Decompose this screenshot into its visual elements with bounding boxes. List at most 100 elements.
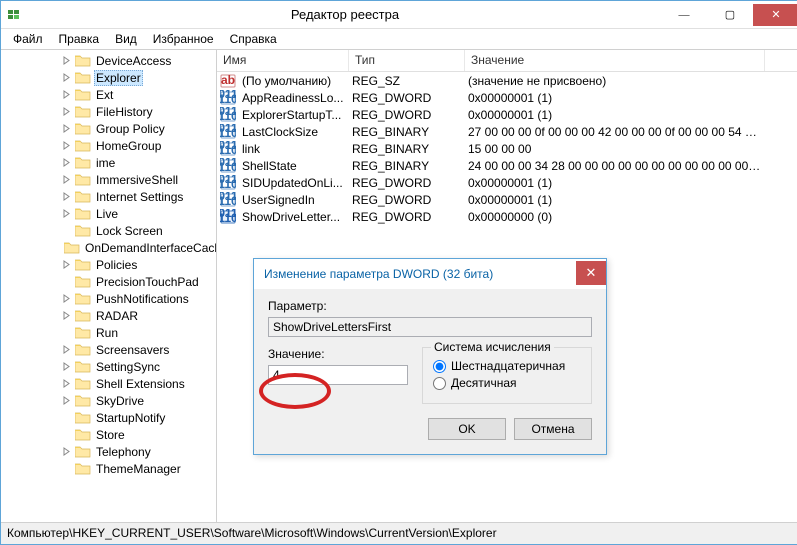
- tree-item-label: Internet Settings: [94, 190, 185, 204]
- statusbar: Компьютер\HKEY_CURRENT_USER\Software\Mic…: [1, 522, 797, 544]
- col-name[interactable]: Имя: [217, 50, 349, 71]
- tree-item[interactable]: Run: [1, 324, 216, 341]
- tree-item-label: Group Policy: [94, 122, 167, 136]
- expander-icon[interactable]: [61, 191, 72, 202]
- maximize-button[interactable]: ▢: [707, 4, 753, 26]
- radio-dec-input[interactable]: [433, 377, 446, 390]
- radio-hex-input[interactable]: [433, 360, 446, 373]
- expander-icon[interactable]: [61, 310, 72, 321]
- expander-icon[interactable]: [61, 55, 72, 66]
- tree-item[interactable]: Shell Extensions: [1, 375, 216, 392]
- value-icon: 011110: [220, 107, 236, 123]
- cell-value: 0x00000000 (0): [465, 210, 765, 224]
- tree-item-label: Policies: [94, 258, 139, 272]
- expander-icon[interactable]: [61, 157, 72, 168]
- tree-item[interactable]: Lock Screen: [1, 222, 216, 239]
- tree-item[interactable]: RADAR: [1, 307, 216, 324]
- ok-button[interactable]: OK: [428, 418, 506, 440]
- param-field[interactable]: [268, 317, 592, 337]
- folder-icon: [75, 207, 91, 220]
- expander-icon[interactable]: [61, 174, 72, 185]
- tree-item[interactable]: PrecisionTouchPad: [1, 273, 216, 290]
- edit-dword-dialog: Изменение параметра DWORD (32 бита) ✕ Па…: [253, 258, 607, 455]
- list-row[interactable]: 011110ExplorerStartupT...REG_DWORD0x0000…: [217, 106, 797, 123]
- list-row[interactable]: 011110ShowDriveLetter...REG_DWORD0x00000…: [217, 208, 797, 225]
- expander-icon[interactable]: [61, 344, 72, 355]
- svg-text:110: 110: [220, 92, 236, 106]
- tree-item[interactable]: DeviceAccess: [1, 52, 216, 69]
- menu-help[interactable]: Справка: [222, 30, 285, 48]
- tree-item[interactable]: ImmersiveShell: [1, 171, 216, 188]
- tree-item[interactable]: HomeGroup: [1, 137, 216, 154]
- expander-icon[interactable]: [61, 378, 72, 389]
- tree-item-label: Ext: [94, 88, 115, 102]
- tree-item[interactable]: Store: [1, 426, 216, 443]
- expander-icon[interactable]: [61, 225, 72, 236]
- menu-view[interactable]: Вид: [107, 30, 145, 48]
- col-value[interactable]: Значение: [465, 50, 765, 71]
- tree-pane[interactable]: DeviceAccessExplorer ExtFileHistory Group …: [1, 50, 217, 522]
- list-row[interactable]: 011110LastClockSizeREG_BINARY27 00 00 00…: [217, 123, 797, 140]
- folder-icon: [75, 71, 91, 84]
- tree-item-label: RADAR: [94, 309, 140, 323]
- tree-item[interactable]: SettingSync: [1, 358, 216, 375]
- value-label: Значение:: [268, 347, 408, 361]
- value-icon: 011110: [220, 192, 236, 208]
- tree-item[interactable]: Internet Settings: [1, 188, 216, 205]
- expander-icon[interactable]: [61, 446, 72, 457]
- tree-item[interactable]: FileHistory: [1, 103, 216, 120]
- menu-favorites[interactable]: Избранное: [145, 30, 222, 48]
- value-field[interactable]: [268, 365, 408, 385]
- menubar: Файл Правка Вид Избранное Справка: [1, 29, 797, 50]
- tree-item[interactable]: OnDemandInterfaceCache: [1, 239, 216, 256]
- expander-icon[interactable]: [61, 89, 72, 100]
- minimize-button[interactable]: —: [661, 4, 707, 26]
- tree-item[interactable]: Live: [1, 205, 216, 222]
- folder-icon: [75, 139, 91, 152]
- tree-item[interactable]: PushNotifications: [1, 290, 216, 307]
- expander-icon[interactable]: [61, 106, 72, 117]
- expander-icon[interactable]: [61, 463, 72, 474]
- tree-item[interactable]: Policies: [1, 256, 216, 273]
- expander-icon[interactable]: [61, 327, 72, 338]
- menu-file[interactable]: Файл: [5, 30, 51, 48]
- list-row[interactable]: 011110linkREG_BINARY15 00 00 00: [217, 140, 797, 157]
- expander-icon[interactable]: [61, 72, 72, 83]
- expander-icon[interactable]: [61, 140, 72, 151]
- expander-icon[interactable]: [61, 293, 72, 304]
- list-row[interactable]: 011110SIDUpdatedOnLi...REG_DWORD0x000000…: [217, 174, 797, 191]
- tree-item[interactable]: Telephony: [1, 443, 216, 460]
- expander-icon[interactable]: [61, 361, 72, 372]
- list-row[interactable]: 011110ShellStateREG_BINARY24 00 00 00 34…: [217, 157, 797, 174]
- col-type[interactable]: Тип: [349, 50, 465, 71]
- expander-icon[interactable]: [61, 208, 72, 219]
- cancel-button[interactable]: Отмена: [514, 418, 592, 440]
- tree-item[interactable]: StartupNotify: [1, 409, 216, 426]
- value-icon: 011110: [220, 175, 236, 191]
- tree-item[interactable]: ime: [1, 154, 216, 171]
- expander-icon[interactable]: [61, 276, 72, 287]
- tree-item[interactable]: Explorer: [1, 69, 216, 86]
- expander-icon[interactable]: [61, 429, 72, 440]
- tree-item[interactable]: SkyDrive: [1, 392, 216, 409]
- expander-icon[interactable]: [61, 412, 72, 423]
- tree-item[interactable]: Screensavers: [1, 341, 216, 358]
- tree-item[interactable]: ThemeManager: [1, 460, 216, 477]
- tree-item-label: SettingSync: [94, 360, 162, 374]
- expander-icon[interactable]: [61, 395, 72, 406]
- base-group-title: Система исчисления: [431, 340, 554, 354]
- radio-dec[interactable]: Десятичная: [433, 376, 581, 390]
- list-row[interactable]: 011110AppReadinessLo...REG_DWORD0x000000…: [217, 89, 797, 106]
- expander-icon[interactable]: [61, 123, 72, 134]
- close-button[interactable]: ✕: [753, 4, 797, 26]
- radio-hex[interactable]: Шестнадцатеричная: [433, 359, 581, 373]
- tree-item[interactable]: Ext: [1, 86, 216, 103]
- folder-icon: [75, 122, 91, 135]
- menu-edit[interactable]: Правка: [51, 30, 108, 48]
- dialog-close-button[interactable]: ✕: [576, 261, 606, 285]
- list-row[interactable]: ab(По умолчанию)REG_SZ(значение не присв…: [217, 72, 797, 89]
- tree-item-label: Store: [94, 428, 127, 442]
- list-row[interactable]: 011110UserSignedInREG_DWORD0x00000001 (1…: [217, 191, 797, 208]
- expander-icon[interactable]: [61, 259, 72, 270]
- tree-item[interactable]: Group Policy: [1, 120, 216, 137]
